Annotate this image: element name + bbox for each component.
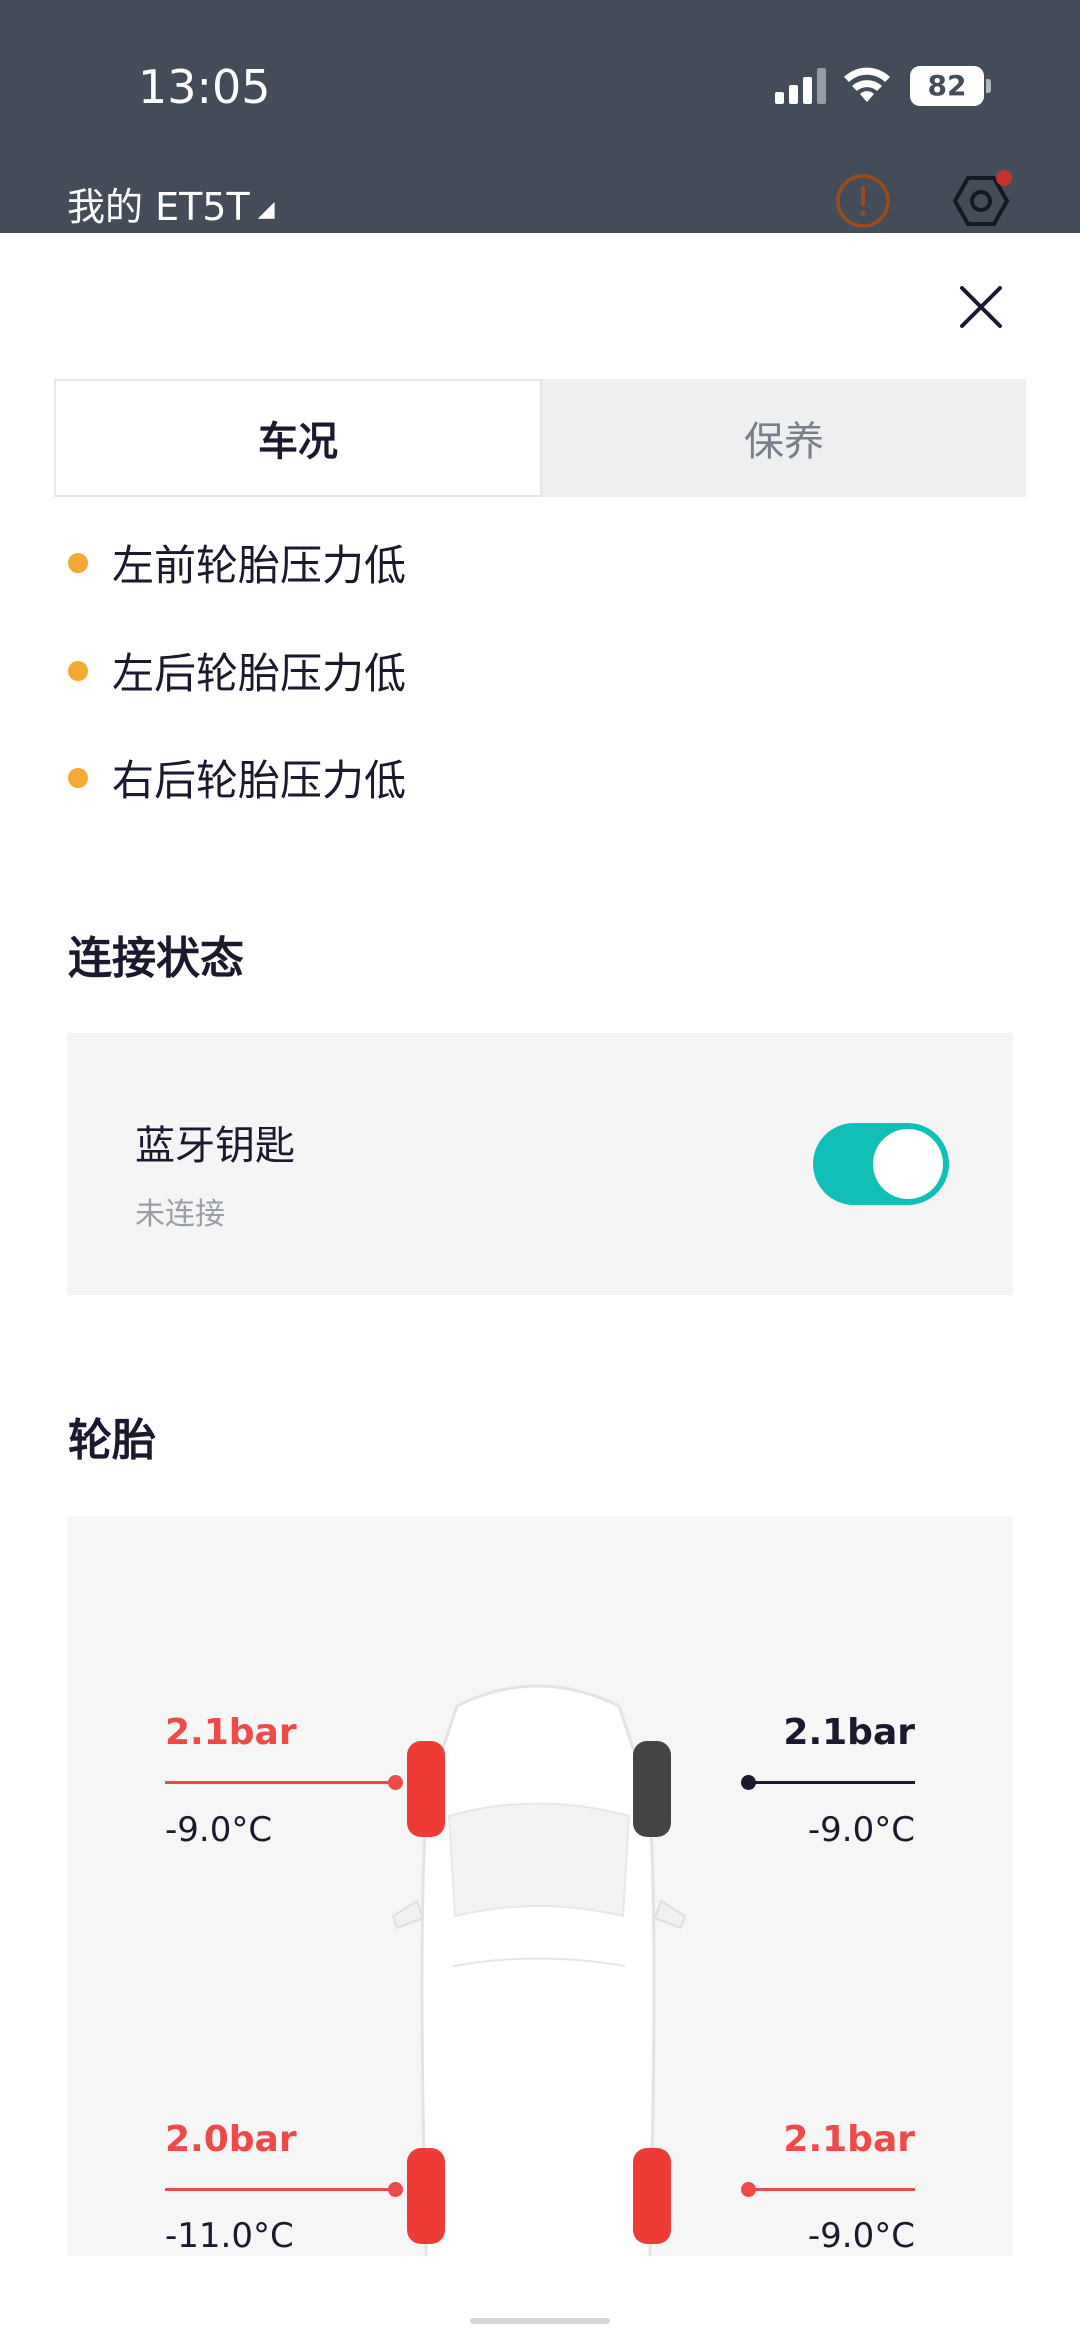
tire-pressure-card: 2.1bar -9.0°C 2.1bar -9.0°C 2.0bar -11.0…: [67, 1516, 1013, 2256]
battery-indicator: 82: [910, 66, 984, 106]
app-header: 13:05 82 我的 ET5T ◢: [0, 0, 1080, 233]
tab-vehicle-status[interactable]: 车况: [54, 379, 542, 497]
leader-dot: [741, 2182, 756, 2197]
warning-text: 左前轮胎压力低: [112, 541, 407, 590]
bluetooth-key-card: 蓝牙钥匙 未连接: [67, 1033, 1013, 1295]
rear-right-temp: -9.0°C: [807, 2216, 915, 2256]
rear-left-temp: -11.0°C: [165, 2216, 294, 2256]
bluetooth-key-toggle[interactable]: [813, 1123, 949, 1205]
front-left-pressure: 2.1bar: [165, 1712, 297, 1753]
status-time: 13:05: [138, 60, 271, 114]
tire-rear-right: [633, 2148, 671, 2244]
warning-item: 左前轮胎压力低: [68, 532, 406, 593]
home-indicator[interactable]: [470, 2318, 610, 2324]
front-left-leader: [165, 1775, 403, 1790]
connection-section-title: 连接状态: [68, 933, 244, 984]
front-left-temp: -9.0°C: [165, 1810, 273, 1850]
rear-left-pressure: 2.0bar: [165, 2119, 297, 2160]
warning-dot-icon: [68, 552, 88, 573]
front-right-temp: -9.0°C: [807, 1810, 915, 1850]
warning-item: 左后轮胎压力低: [68, 640, 406, 701]
hexagon-settings-icon[interactable]: [950, 168, 1016, 234]
leader-dot: [388, 1775, 403, 1790]
front-right-leader: [741, 1775, 915, 1790]
tire-front-left: [407, 1741, 445, 1837]
tire-front-right: [633, 1741, 671, 1837]
cellular-signal-icon: [775, 68, 826, 104]
tire-rear-left: [407, 2148, 445, 2244]
triangle-down-icon: ◢: [257, 197, 275, 222]
vehicle-selector[interactable]: 我的 ET5T ◢: [67, 176, 275, 231]
rear-right-pressure: 2.1bar: [783, 2119, 915, 2160]
tab-bar: 车况 保养: [54, 379, 1026, 497]
toggle-knob: [873, 1129, 943, 1199]
car-top-view-icon: [391, 1684, 687, 2256]
warning-text: 右后轮胎压力低: [112, 756, 407, 805]
rear-left-leader: [165, 2182, 403, 2197]
leader-dot: [741, 1775, 756, 1790]
warning-dot-icon: [68, 767, 88, 788]
battery-tip: [986, 79, 991, 93]
close-icon[interactable]: [956, 282, 1006, 332]
bluetooth-key-label: 蓝牙钥匙: [135, 1123, 295, 1169]
leader-dot: [388, 2182, 403, 2197]
alert-circle-icon[interactable]: [834, 172, 892, 230]
warning-item: 右后轮胎压力低: [68, 747, 406, 808]
rear-right-leader: [741, 2182, 915, 2197]
tab-maintenance[interactable]: 保养: [542, 379, 1026, 497]
wifi-icon: [844, 67, 890, 102]
warning-dot-icon: [68, 660, 88, 681]
front-right-pressure: 2.1bar: [783, 1712, 915, 1753]
warning-text: 左后轮胎压力低: [112, 649, 407, 698]
bluetooth-key-status: 未连接: [135, 1197, 225, 1232]
tire-section-title: 轮胎: [68, 1415, 156, 1466]
vehicle-name: 我的 ET5T: [67, 185, 250, 229]
